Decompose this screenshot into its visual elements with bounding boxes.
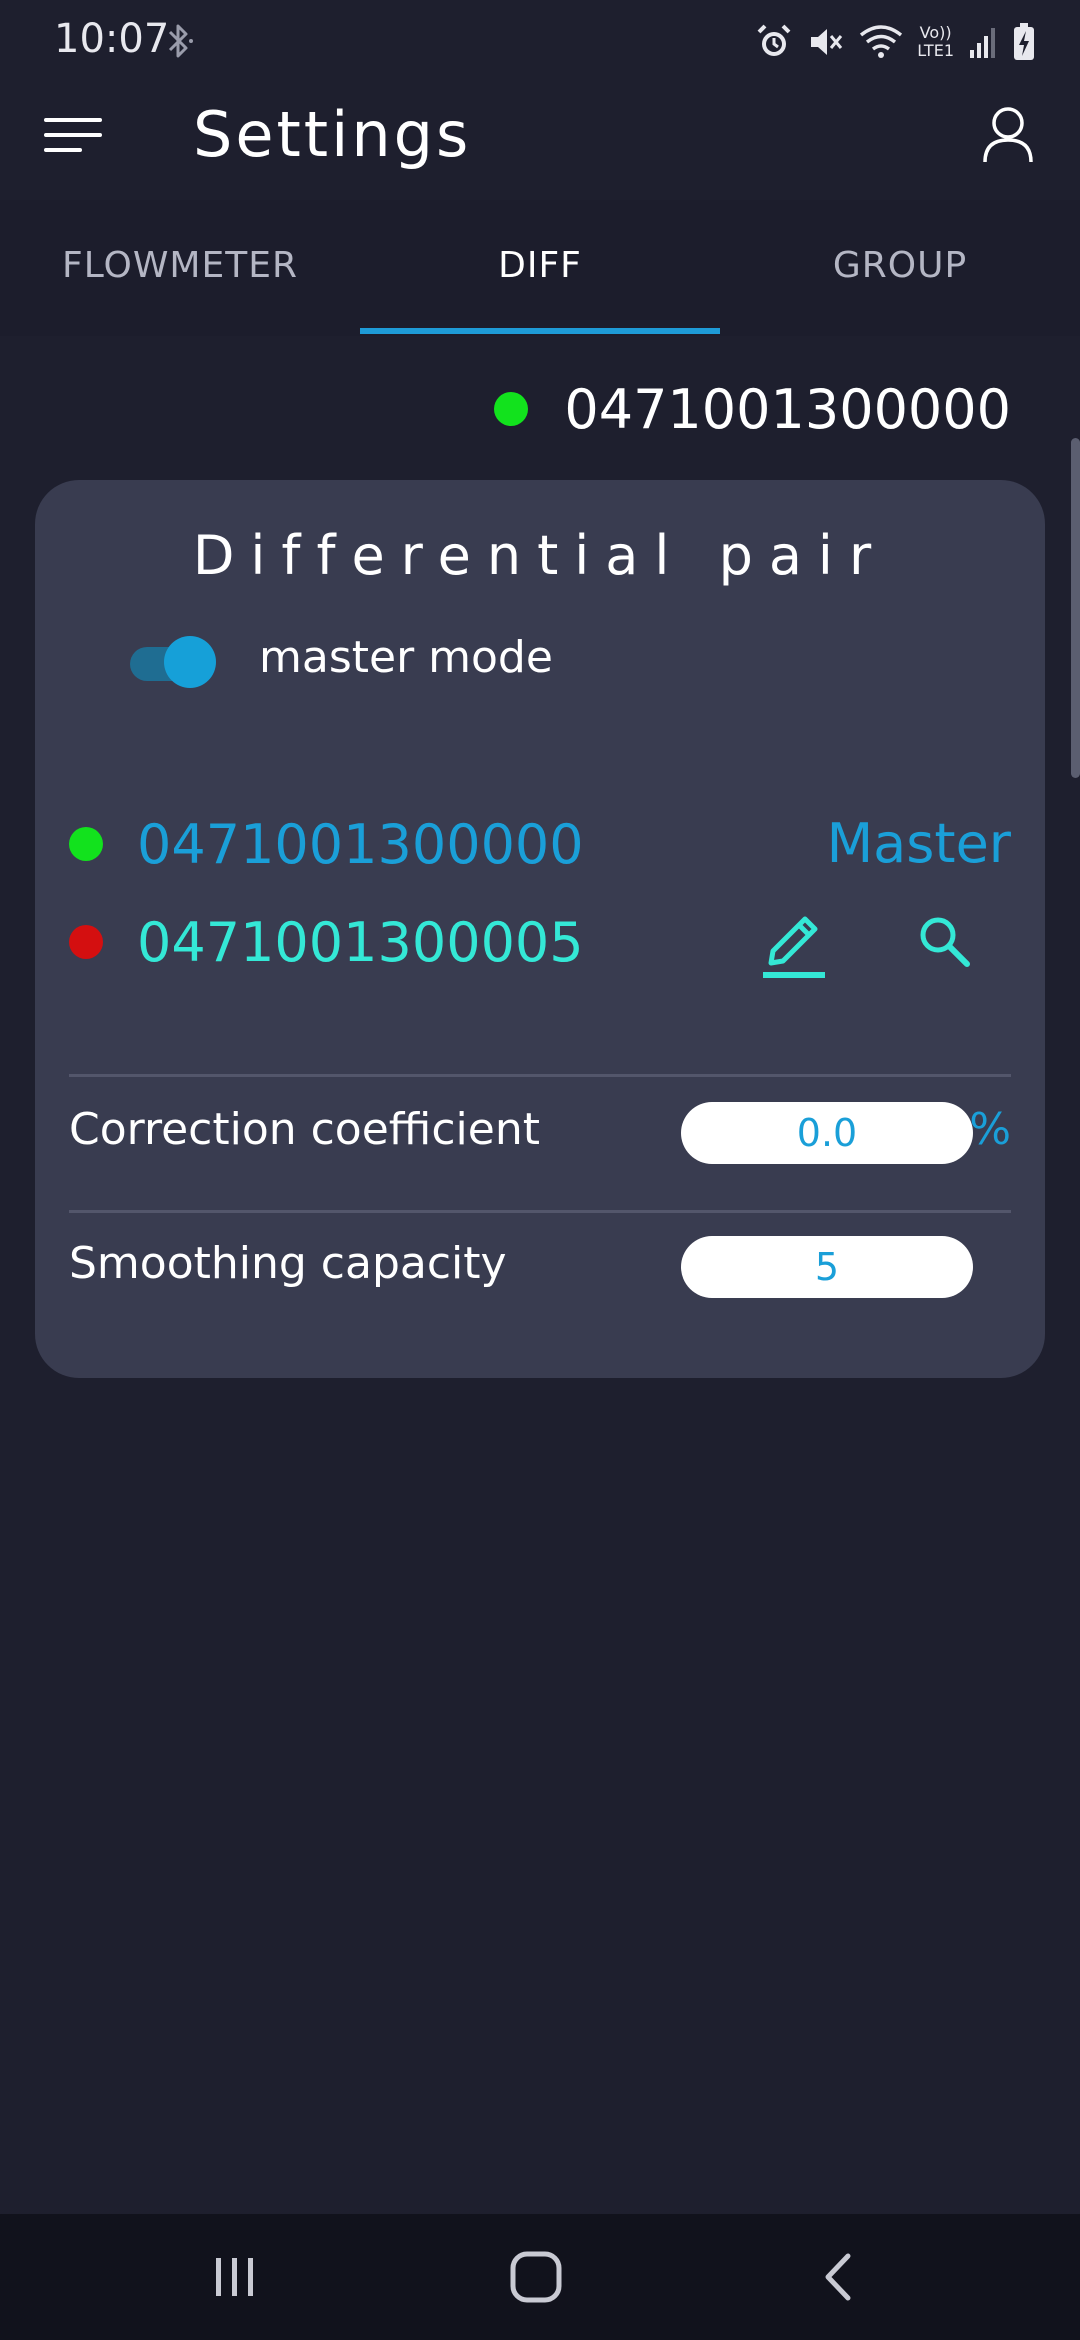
master-mode-toggle[interactable] <box>130 634 216 690</box>
divider <box>69 1210 1011 1213</box>
smoothing-capacity-input[interactable] <box>681 1236 973 1298</box>
tab-flowmeter[interactable]: FLOWMETER <box>0 200 360 330</box>
card-title: Differential pair <box>192 524 888 587</box>
status-bar: 10:07 Vo)) LTE1 <box>0 0 1080 84</box>
search-icon[interactable] <box>915 912 975 972</box>
correction-coefficient-input[interactable] <box>681 1102 973 1164</box>
recents-icon[interactable] <box>198 2244 270 2310</box>
battery-icon <box>1014 23 1034 60</box>
master-device-row: 0471001300000 Master <box>69 804 1011 884</box>
slave-serial: 0471001300005 <box>137 910 584 974</box>
slave-device-row: 0471001300005 <box>69 902 1011 982</box>
pencil-icon[interactable] <box>761 909 831 981</box>
alarm-icon <box>757 24 791 56</box>
master-serial: 0471001300000 <box>137 812 584 876</box>
master-role-label: Master <box>826 812 1011 875</box>
signal-icon <box>970 28 995 58</box>
back-icon[interactable] <box>804 2244 876 2310</box>
settings-screen: 10:07 Vo)) LTE1 Settings FLOWMETER DIFF … <box>0 0 1080 2340</box>
correction-coefficient-label: Correction coefficient <box>69 1104 540 1155</box>
divider <box>69 1074 1011 1077</box>
mute-icon <box>811 29 843 55</box>
account-icon[interactable] <box>982 106 1034 164</box>
scrollbar-thumb[interactable] <box>1071 438 1080 778</box>
smoothing-capacity-label: Smoothing capacity <box>69 1238 507 1289</box>
slave-status-dot <box>69 925 103 959</box>
status-time: 10:07 <box>54 16 170 62</box>
bluetooth-icon <box>168 24 193 58</box>
correction-coefficient-row: Correction coefficient % <box>69 1090 1011 1170</box>
status-icons: Vo)) LTE1 <box>755 20 1036 64</box>
tab-bar: FLOWMETER DIFF GROUP <box>0 200 1080 336</box>
master-status-dot <box>69 827 103 861</box>
master-mode-label: master mode <box>259 632 553 683</box>
wifi-icon <box>860 25 903 58</box>
current-device: 0471001300000 <box>494 372 1011 446</box>
toggle-knob <box>164 636 216 688</box>
home-icon[interactable] <box>500 2244 572 2310</box>
device-serial: 0471001300000 <box>564 377 1011 441</box>
correction-unit: % <box>969 1104 1011 1155</box>
menu-icon[interactable] <box>44 116 104 156</box>
page-title: Settings <box>193 98 472 171</box>
network-label-top: Vo)) <box>919 23 952 42</box>
smoothing-capacity-row: Smoothing capacity <box>69 1224 1011 1304</box>
device-status-dot <box>494 392 529 426</box>
tab-diff[interactable]: DIFF <box>360 200 720 330</box>
network-type: Vo)) LTE1 <box>917 24 954 60</box>
active-tab-indicator <box>360 328 720 334</box>
network-label-bottom: LTE1 <box>917 41 954 60</box>
navigation-bar <box>0 2214 1080 2340</box>
differential-pair-card: Differential pair master mode 0471001300… <box>35 480 1045 1378</box>
tab-group[interactable]: GROUP <box>720 200 1080 330</box>
app-bar: Settings <box>0 84 1080 188</box>
